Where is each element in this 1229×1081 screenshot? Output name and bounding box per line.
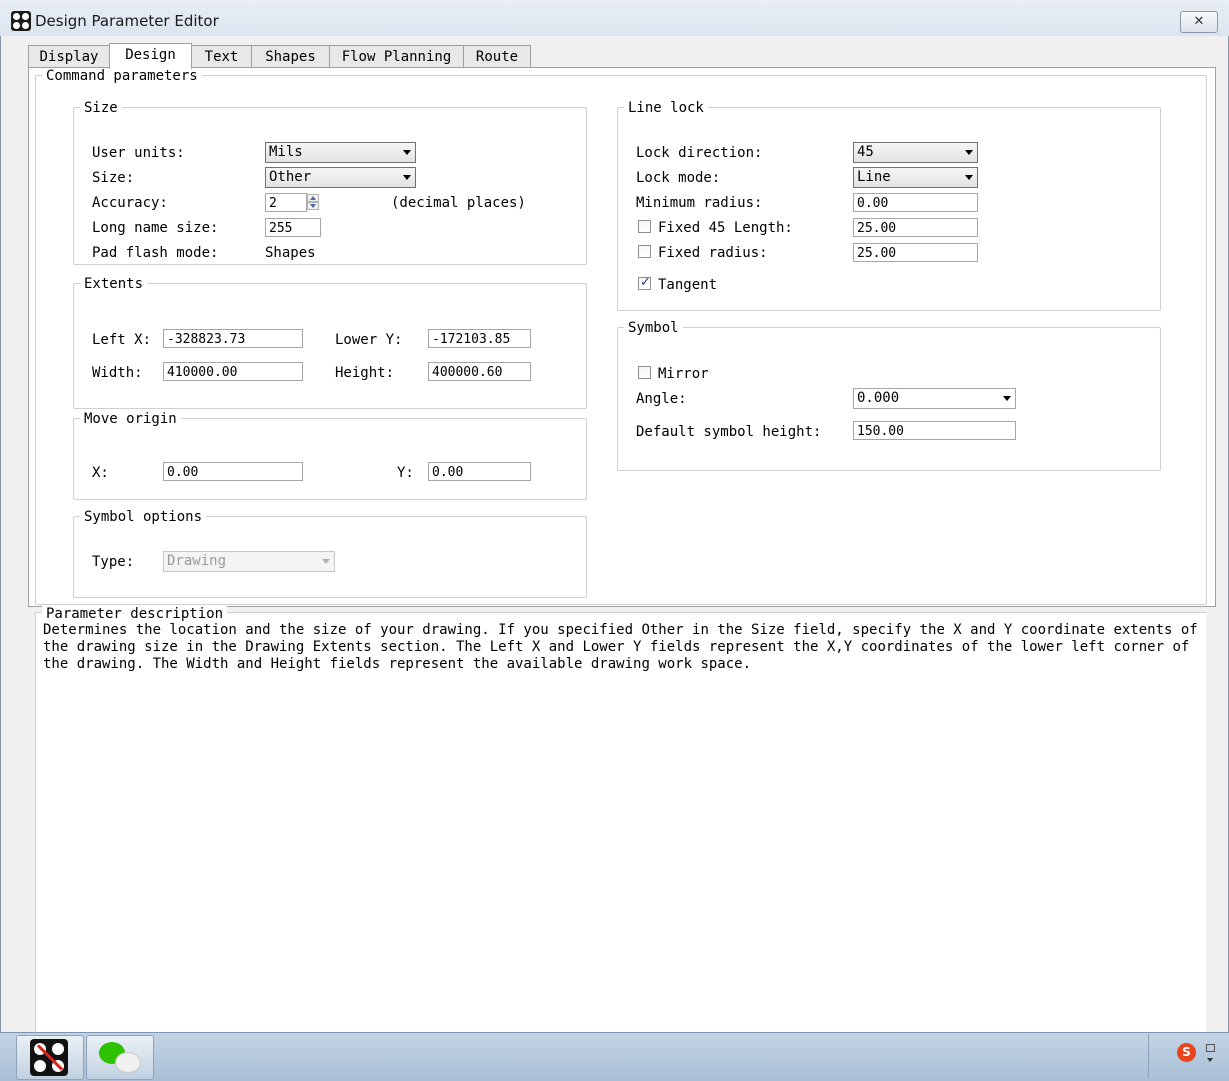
chevron-down-icon <box>965 150 973 155</box>
tab-flow-planning[interactable]: Flow Planning <box>329 45 464 68</box>
spin-down-icon[interactable] <box>307 202 319 210</box>
long-name-size-input[interactable]: 255 <box>265 218 321 237</box>
window-title: Design Parameter Editor <box>35 12 219 30</box>
restore-icon[interactable] <box>1206 1044 1215 1052</box>
mirror-checkbox[interactable] <box>638 366 651 379</box>
taskbar-wechat-button[interactable] <box>86 1035 154 1080</box>
symbol-options-legend: Symbol options <box>80 509 207 525</box>
lock-mode-label: Lock mode: <box>636 170 721 186</box>
default-symbol-height-input[interactable]: 150.00 <box>853 421 1016 440</box>
lock-direction-select[interactable]: 45 <box>853 142 978 163</box>
tab-text[interactable]: Text <box>191 45 252 68</box>
lock-direction-label: Lock direction: <box>636 145 763 161</box>
tab-display[interactable]: Display <box>28 45 110 68</box>
accuracy-label: Accuracy: <box>92 195 168 211</box>
left-x-label: Left X: <box>92 332 152 348</box>
user-units-label: User units: <box>92 145 185 161</box>
tab-route[interactable]: Route <box>463 45 531 68</box>
fixed-45-length-checkbox[interactable] <box>638 220 651 233</box>
pad-flash-mode-label: Pad flash mode: <box>92 245 219 261</box>
origin-x-label: X: <box>92 465 109 481</box>
symbol-type-select[interactable]: Drawing <box>163 551 335 572</box>
origin-y-label: Y: <box>397 465 414 481</box>
lock-mode-value: Line <box>857 169 891 185</box>
parameter-description-panel <box>35 612 1206 1033</box>
user-units-select[interactable]: Mils <box>265 142 416 163</box>
app-logo-icon <box>30 1039 68 1076</box>
command-parameters-legend: Command parameters <box>42 68 202 84</box>
chevron-down-icon <box>403 150 411 155</box>
height-label: Height: <box>335 365 395 381</box>
symbol-legend: Symbol <box>624 320 683 336</box>
taskbar <box>0 1032 1229 1081</box>
accuracy-spinner[interactable] <box>306 193 320 212</box>
angle-select[interactable]: 0.000 <box>853 388 1016 409</box>
size-label: Size: <box>92 170 135 186</box>
parameter-description-text: Determines the location and the size of … <box>43 622 1198 672</box>
minimum-radius-label: Minimum radius: <box>636 195 763 211</box>
minimum-radius-input[interactable]: 0.00 <box>853 193 978 212</box>
accuracy-input[interactable]: 2 <box>265 193 307 212</box>
parameter-description-legend: Parameter description <box>42 606 228 622</box>
pad-flash-mode-value: Shapes <box>265 245 316 261</box>
mirror-label: Mirror <box>658 366 709 382</box>
fixed-radius-label: Fixed radius: <box>658 245 768 261</box>
tab-shapes[interactable]: Shapes <box>251 45 330 68</box>
app-logo-icon <box>11 11 31 31</box>
fixed-radius-input[interactable]: 25.00 <box>853 243 978 262</box>
symbol-type-value: Drawing <box>167 553 227 569</box>
fixed-radius-checkbox[interactable] <box>638 245 651 258</box>
tangent-label: Tangent <box>658 277 718 293</box>
chevron-down-icon <box>322 559 330 564</box>
tab-design[interactable]: Design <box>109 43 192 69</box>
accuracy-suffix: (decimal places) <box>391 195 526 211</box>
height-input[interactable]: 400000.60 <box>428 362 531 381</box>
chevron-down-icon <box>403 175 411 180</box>
angle-value: 0.000 <box>857 390 900 406</box>
lower-y-label: Lower Y: <box>335 332 403 348</box>
tray-divider <box>1148 1034 1149 1078</box>
lock-direction-value: 45 <box>857 144 874 160</box>
chevron-down-icon <box>965 175 973 180</box>
left-x-input[interactable]: -328823.73 <box>163 329 303 348</box>
angle-label: Angle: <box>636 391 687 407</box>
lower-y-input[interactable]: -172103.85 <box>428 329 531 348</box>
move-origin-legend: Move origin <box>80 411 181 427</box>
line-lock-legend: Line lock <box>624 100 708 116</box>
taskbar-app-button[interactable] <box>16 1035 84 1080</box>
fixed-45-length-input[interactable]: 25.00 <box>853 218 978 237</box>
origin-x-input[interactable]: 0.00 <box>163 462 303 481</box>
chevron-down-icon <box>1003 396 1011 401</box>
user-units-value: Mils <box>269 144 303 160</box>
symbol-type-label: Type: <box>92 554 135 570</box>
size-legend: Size <box>80 100 122 116</box>
move-origin-group <box>73 418 587 500</box>
input-method-icon[interactable]: S <box>1177 1043 1196 1062</box>
size-select[interactable]: Other <box>265 167 416 188</box>
close-icon: ✕ <box>1193 14 1205 29</box>
tangent-checkbox[interactable] <box>638 275 651 290</box>
width-label: Width: <box>92 365 143 381</box>
close-button[interactable]: ✕ <box>1180 11 1218 33</box>
size-value: Other <box>269 169 312 185</box>
caret-down-icon[interactable] <box>1207 1058 1213 1062</box>
lock-mode-select[interactable]: Line <box>853 167 978 188</box>
spin-up-icon[interactable] <box>307 194 319 202</box>
long-name-size-label: Long name size: <box>92 220 219 236</box>
origin-y-input[interactable]: 0.00 <box>428 462 531 481</box>
default-symbol-height-label: Default symbol height: <box>636 424 822 440</box>
fixed-45-length-label: Fixed 45 Length: <box>658 220 793 236</box>
width-input[interactable]: 410000.00 <box>163 362 303 381</box>
extents-legend: Extents <box>80 276 148 292</box>
wechat-bubble-icon <box>115 1052 141 1073</box>
